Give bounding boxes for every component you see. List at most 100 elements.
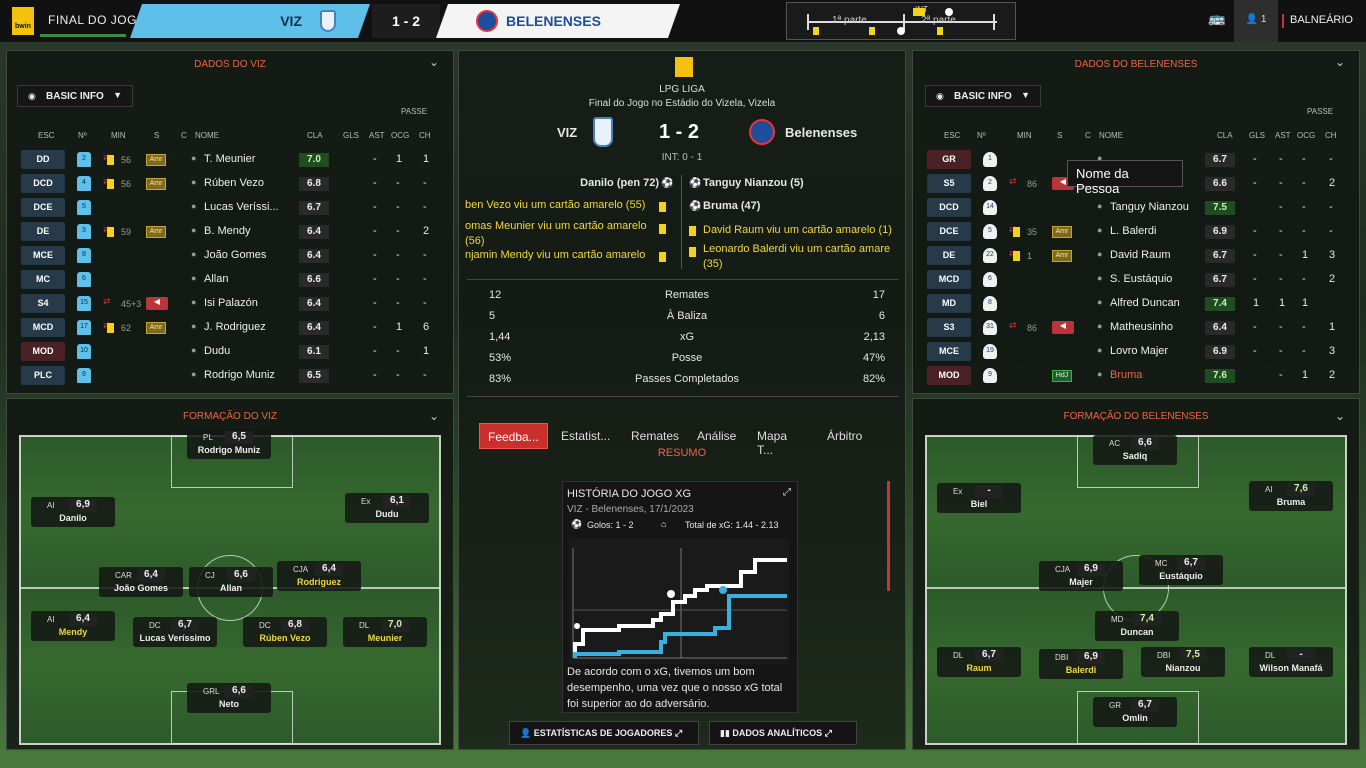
player-name[interactable]: Alfred Duncan <box>1110 297 1210 309</box>
chevron-down-icon[interactable]: ⌄ <box>429 409 439 423</box>
stats-row: 83% Passes Completados 82% <box>477 370 897 390</box>
table-row[interactable]: MCD 6 ● S. Eustáquio 6.7 - - - 2 <box>927 269 1357 291</box>
player-card[interactable]: CJ 6,6 Allan <box>189 567 273 597</box>
stat-ast: - <box>373 297 377 309</box>
yellow-card-icon <box>813 27 819 35</box>
view-selector[interactable]: ◉ BASIC INFO ▼ <box>925 85 1041 107</box>
table-row[interactable]: DCD 14 ● Tanguy Nianzou 7.5 - - - <box>927 197 1357 219</box>
balneario-button[interactable]: BALNEÁRIO <box>1282 14 1353 28</box>
stat-ast: - <box>1279 225 1283 237</box>
table-row[interactable]: PLC 9 ● Rodrigo Muniz 6.5 - - - <box>21 365 451 387</box>
tab-3[interactable]: Análise <box>689 423 744 449</box>
player-card[interactable]: DC 6,7 Lucas Veríssimo <box>133 617 217 647</box>
player-name[interactable]: Lovro Majer <box>1110 345 1210 357</box>
player-card[interactable]: AI 6,4 Mendy <box>31 611 115 641</box>
stat-gls: - <box>1253 345 1257 357</box>
chevron-down-icon[interactable]: ⌄ <box>429 55 439 69</box>
table-row[interactable]: DE3⇄59Amr●B. Mendy6.4--2 <box>21 221 451 243</box>
table-row[interactable]: DCE5⇄35Amr●L. Balerdi6.9---- <box>927 221 1357 243</box>
table-row[interactable]: MCE 8 ● João Gomes 6.4 - - - <box>21 245 451 267</box>
tab-2[interactable]: Remates <box>623 423 687 449</box>
player-name[interactable]: S. Eustáquio <box>1110 273 1210 285</box>
away-team-bar[interactable]: BELENENSES <box>436 4 680 38</box>
player-card[interactable]: Ex - Biel <box>937 483 1021 513</box>
stat-ch: 2 <box>1329 273 1336 285</box>
player-name[interactable]: Isi Palazón <box>204 297 304 309</box>
center-score: 1 - 2 <box>659 121 700 143</box>
stat-ch: - <box>1329 153 1333 165</box>
away-card-event: Leonardo Balerdi viu um cartão amare (35… <box>703 243 891 270</box>
player-card[interactable]: AC 6,6 Sadiq <box>1093 435 1177 465</box>
player-name[interactable]: Rúben Vezo <box>204 177 304 189</box>
match-timeline[interactable]: 1ª parte 2ª parte INT <box>786 2 1016 40</box>
user-button[interactable]: 👤 1 <box>1234 0 1278 42</box>
player-name[interactable]: T. Meunier <box>204 153 304 165</box>
player-name[interactable]: L. Balerdi <box>1110 225 1210 237</box>
table-row[interactable]: MCE 19 ● Lovro Majer 6.9 - - - 3 <box>927 341 1357 363</box>
player-card[interactable]: GR 6,7 Omlin <box>1093 697 1177 727</box>
card-name: Biel <box>970 499 988 509</box>
expand-icon[interactable]: ⤢ <box>783 487 791 498</box>
position-badge: MCE <box>927 342 971 361</box>
player-card[interactable]: DBI 7,5 Nianzou <box>1141 647 1225 677</box>
table-row[interactable]: MCD17⇄62Amr●J. Rodriguez6.4-16 <box>21 317 451 339</box>
player-card[interactable]: DC 6,8 Rúben Vezo <box>243 617 327 647</box>
player-card[interactable]: DBI 6,9 Balerdi <box>1039 649 1123 679</box>
player-card[interactable]: PL 6,5 Rodrigo Muniz <box>187 429 271 459</box>
player-name[interactable]: Rodrigo Muniz <box>204 369 304 381</box>
tab-5[interactable]: Árbitro <box>819 423 870 449</box>
table-row[interactable]: MD 8 ● Alfred Duncan 7.4 1 1 1 <box>927 293 1357 315</box>
player-name[interactable]: Allan <box>204 273 304 285</box>
player-card[interactable]: AI 6,9 Danilo <box>31 497 115 527</box>
yellow-card-icon <box>107 155 114 165</box>
player-card[interactable]: AI 7,6 Bruma <box>1249 481 1333 511</box>
bus-icon[interactable]: 🚌 <box>1208 10 1225 27</box>
player-card[interactable]: DL 6,7 Raum <box>937 647 1021 677</box>
table-row[interactable]: DD2⇄56Amr●T. Meunier7.0-11 <box>21 149 451 171</box>
player-card[interactable]: Ex 6,1 Dudu <box>345 493 429 523</box>
person-icon: ● <box>1097 297 1103 307</box>
player-card[interactable]: MD 7,4 Duncan <box>1095 611 1179 641</box>
analytics-button[interactable]: ▮▮ DADOS ANALÍTICOS ⤢ <box>709 721 857 745</box>
player-card[interactable]: MC 6,7 Eustáquio <box>1139 555 1223 585</box>
view-selector[interactable]: ◉ BASIC INFO ▼ <box>17 85 133 107</box>
player-name[interactable]: Tanguy Nianzou <box>1110 201 1210 213</box>
stat-ch: 2 <box>423 225 430 237</box>
table-row[interactable]: S3 31 ⇄ 86 ◀ ● Matheusinho 6.4 - - - 1 <box>927 317 1357 339</box>
player-card[interactable]: CAR 6,4 João Gomes <box>99 567 183 597</box>
player-card[interactable]: DL 7,0 Meunier <box>343 617 427 647</box>
table-row[interactable]: S4 15 ⇄ 45+3 ◀ ● Isi Palazón 6.4 - - - <box>21 293 451 315</box>
player-name[interactable]: Dudu <box>204 345 304 357</box>
position-badge: MC <box>21 270 65 289</box>
table-row[interactable]: MOD 10 ● Dudu 6.1 - - 1 <box>21 341 451 363</box>
player-name[interactable]: B. Mendy <box>204 225 304 237</box>
player-card[interactable]: CJA 6,9 Majer <box>1039 561 1123 591</box>
player-name[interactable]: Lucas Veríssi... <box>204 201 304 213</box>
tab-1[interactable]: Estatist... <box>553 423 618 449</box>
player-card[interactable]: DL - Wilson Manafá <box>1249 647 1333 677</box>
table-row[interactable]: DCE 5 ● Lucas Veríssi... 6.7 - - - <box>21 197 451 219</box>
chevron-down-icon[interactable]: ⌄ <box>1335 55 1345 69</box>
home-team-bar[interactable]: VIZ <box>130 4 370 38</box>
player-card[interactable]: GRL 6,6 Neto <box>187 683 271 713</box>
chevron-down-icon: ▼ <box>113 90 122 100</box>
player-stats-button[interactable]: 👤 ESTATÍSTICAS DE JOGADORES ⤢ <box>509 721 699 745</box>
tab-0[interactable]: Feedba... <box>479 423 548 449</box>
player-name[interactable]: David Raum <box>1110 249 1210 261</box>
stat-ast: - <box>373 153 377 165</box>
player-card[interactable]: CJA 6,4 Rodriguez <box>277 561 361 591</box>
table-row[interactable]: MOD 9 HdJ ● Bruma 7.6 - 1 2 <box>927 365 1357 387</box>
player-name[interactable]: João Gomes <box>204 249 304 261</box>
scrollbar[interactable] <box>887 481 890 591</box>
chevron-down-icon[interactable]: ⌄ <box>1335 409 1345 423</box>
player-name[interactable]: Matheusinho <box>1110 321 1210 333</box>
person-icon: ● <box>1097 273 1103 283</box>
tab-4[interactable]: Mapa T... <box>749 423 795 457</box>
player-name[interactable]: Bruma <box>1110 369 1210 381</box>
player-name[interactable]: J. Rodriguez <box>204 321 304 333</box>
table-row[interactable]: DE22⇄1Amr●David Raum6.7--13 <box>927 245 1357 267</box>
position-badge: S5 <box>927 174 971 193</box>
table-row[interactable]: DCD4⇄56Amr●Rúben Vezo6.8--- <box>21 173 451 195</box>
stat-label: Passes Completados <box>635 373 739 385</box>
table-row[interactable]: MC 6 ● Allan 6.6 - - - <box>21 269 451 291</box>
